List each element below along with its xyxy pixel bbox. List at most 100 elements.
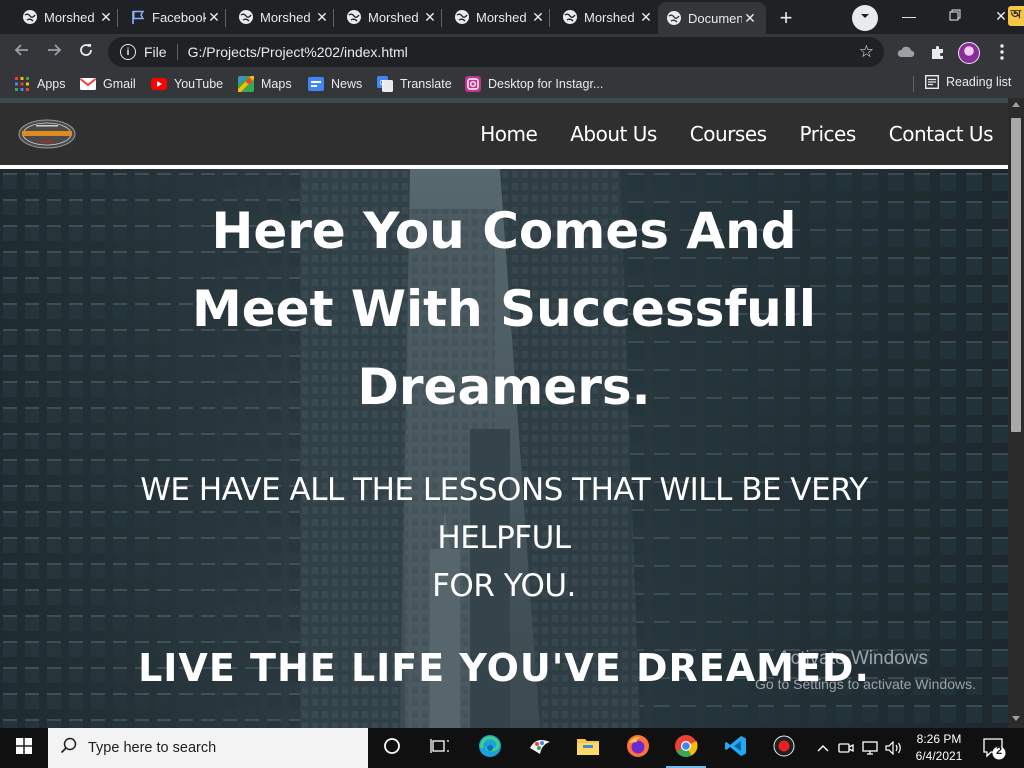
- cloud-icon[interactable]: [894, 40, 918, 64]
- tab-morshed-5[interactable]: Morshed ✕: [554, 2, 662, 32]
- kebab-menu-icon[interactable]: [990, 40, 1014, 64]
- page-scrollbar[interactable]: [1008, 98, 1024, 728]
- star-icon[interactable]: ☆: [859, 42, 874, 62]
- paint-icon: [528, 734, 552, 763]
- tab-facebook[interactable]: Facebook ✕: [122, 2, 230, 32]
- flag-icon: [130, 9, 146, 25]
- minimize-button[interactable]: —: [886, 0, 932, 32]
- reading-list-label: Reading list: [946, 75, 1012, 89]
- firefox-app-button[interactable]: [614, 728, 662, 768]
- new-tab-button[interactable]: +: [772, 4, 800, 32]
- activate-windows-watermark: Activate Windows Go to Settings to activ…: [755, 648, 976, 692]
- edge-app-button[interactable]: [466, 728, 514, 768]
- task-view-button[interactable]: [416, 728, 464, 768]
- nav-link-contact-us[interactable]: Contact Us: [889, 122, 994, 146]
- tab-separator: [441, 9, 442, 27]
- reading-list-button[interactable]: Reading list: [925, 75, 1011, 89]
- file-explorer-icon: [576, 736, 600, 761]
- info-icon[interactable]: i: [120, 44, 136, 60]
- close-icon[interactable]: ✕: [530, 9, 546, 25]
- avatar[interactable]: [958, 42, 980, 64]
- bookmark-translate[interactable]: G Translate: [377, 75, 452, 93]
- site-logo[interactable]: [18, 119, 76, 149]
- nav-link-home[interactable]: Home: [480, 122, 538, 146]
- screen-recorder-app-button[interactable]: [760, 728, 808, 768]
- tab-title: Morshed: [476, 9, 527, 25]
- close-icon[interactable]: ✕: [98, 9, 114, 25]
- puzzle-icon[interactable]: [926, 40, 950, 64]
- windows-taskbar: Type here to search 8:26 PM 6/4/2021 2: [0, 728, 1024, 768]
- tab-strip: Morshed ✕ Facebook ✕ Morshed ✕ Morshed ✕…: [0, 0, 1024, 34]
- tab-title: Morshed: [44, 9, 95, 25]
- bookmark-label: Desktop for Instagr...: [488, 77, 604, 91]
- scroll-up-arrow-icon[interactable]: [1012, 102, 1020, 107]
- tab-morshed-2[interactable]: Morshed ✕: [230, 2, 338, 32]
- restore-button[interactable]: [932, 0, 978, 32]
- web-page: Home About Us Courses Prices Contact Us: [0, 98, 1008, 728]
- hero-title-line: Here You Comes And: [211, 202, 797, 260]
- action-center-button[interactable]: 2: [982, 736, 1006, 760]
- bookmark-instagram-desktop[interactable]: Desktop for Instagr...: [465, 75, 603, 93]
- bookmark-label: Translate: [400, 77, 452, 91]
- close-icon[interactable]: ✕: [742, 10, 758, 26]
- reading-list-icon: [925, 75, 939, 89]
- nav-link-about-us[interactable]: About Us: [570, 122, 657, 146]
- tab-title: Document: [688, 10, 742, 26]
- close-icon[interactable]: ✕: [422, 9, 438, 25]
- globe-icon: [346, 9, 362, 25]
- cortana-button[interactable]: [368, 728, 416, 768]
- file-explorer-app-button[interactable]: [564, 728, 612, 768]
- tab-morshed-3[interactable]: Morshed ✕: [338, 2, 446, 32]
- start-button[interactable]: [0, 728, 48, 768]
- close-icon[interactable]: ✕: [206, 9, 222, 25]
- network-icon[interactable]: [858, 741, 882, 755]
- nav-link-prices[interactable]: Prices: [800, 122, 857, 146]
- chrome-app-button[interactable]: [662, 728, 710, 768]
- gmail-icon: [80, 76, 96, 92]
- scroll-thumb[interactable]: [1011, 118, 1021, 432]
- forward-button[interactable]: [40, 38, 68, 66]
- divider: [913, 76, 914, 92]
- vscode-app-button[interactable]: [712, 728, 760, 768]
- taskbar-search-box[interactable]: Type here to search: [48, 728, 368, 768]
- volume-icon[interactable]: [882, 741, 906, 755]
- scroll-down-arrow-icon[interactable]: [1012, 716, 1020, 721]
- restore-icon: [949, 8, 961, 24]
- hero-subtitle-line: WE HAVE ALL THE LESSONS THAT WILL BE VER…: [140, 472, 868, 556]
- watermark-subtitle: Go to Settings to activate Windows.: [755, 676, 976, 692]
- paint-app-button[interactable]: [516, 728, 564, 768]
- svg-text:G: G: [380, 79, 385, 87]
- tab-title: Morshed: [368, 9, 419, 25]
- bookmark-maps[interactable]: Maps: [238, 75, 292, 93]
- nav-link-courses[interactable]: Courses: [690, 122, 767, 146]
- chevron-down-icon: [859, 9, 871, 27]
- bookmarks-bar: Apps Gmail YouTube Maps News G Translate…: [0, 70, 1024, 98]
- address-bar[interactable]: i File G:/Projects/Project%202/index.htm…: [108, 37, 884, 67]
- url-text[interactable]: G:/Projects/Project%202/index.html: [188, 44, 408, 60]
- bookmark-apps[interactable]: Apps: [14, 75, 66, 93]
- close-icon[interactable]: ✕: [638, 9, 654, 25]
- chevron-up-icon[interactable]: [812, 744, 834, 752]
- meet-now-icon[interactable]: [834, 741, 858, 755]
- close-icon[interactable]: ✕: [314, 9, 330, 25]
- tab-document-active[interactable]: Document ✕: [658, 2, 766, 34]
- bookmark-news[interactable]: News: [308, 75, 362, 93]
- bookmark-youtube[interactable]: YouTube: [151, 75, 223, 93]
- tab-separator: [549, 9, 550, 27]
- tab-title: Morshed: [260, 9, 311, 25]
- divider: [176, 44, 178, 60]
- tab-morshed-1[interactable]: Morshed ✕: [14, 2, 122, 32]
- reload-button[interactable]: [72, 38, 100, 66]
- globe-icon: [562, 9, 578, 25]
- back-button[interactable]: [8, 38, 36, 66]
- taskbar-clock[interactable]: 8:26 PM 6/4/2021: [910, 731, 968, 765]
- tab-search-button[interactable]: [852, 5, 878, 31]
- globe-icon: [22, 9, 38, 25]
- tab-morshed-4[interactable]: Morshed ✕: [446, 2, 554, 32]
- hero-subtitle: WE HAVE ALL THE LESSONS THAT WILL BE VER…: [70, 466, 938, 610]
- bookmark-label: Apps: [37, 77, 66, 91]
- bookmark-gmail[interactable]: Gmail: [80, 75, 136, 93]
- extension-badge-icon: অ: [1008, 6, 1024, 26]
- globe-icon: [238, 9, 254, 25]
- bookmark-label: News: [331, 77, 363, 91]
